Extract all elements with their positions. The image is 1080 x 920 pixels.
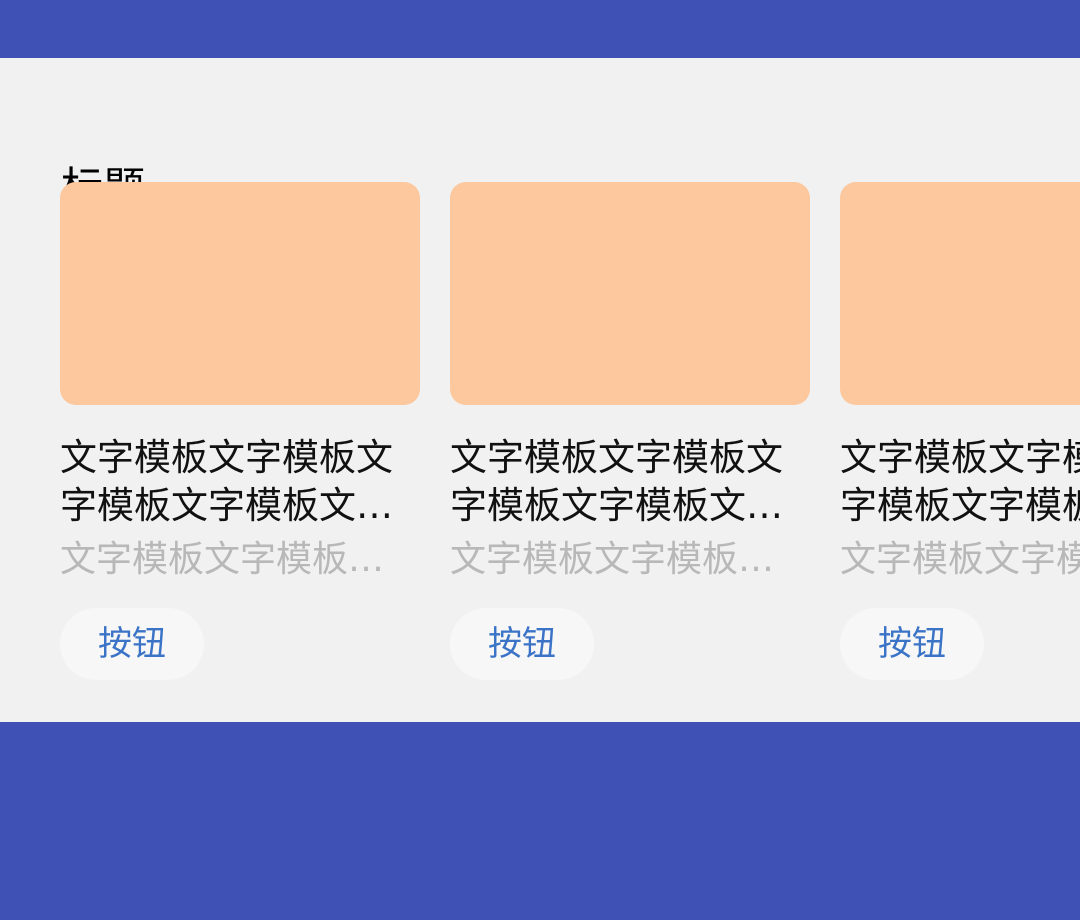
content-card: 文字模板文字模板文字模板文字模板文字模板文字模板文字模板 文字模板文字模板文字模…: [60, 182, 420, 682]
card-subtitle: 文字模板文字模板文字模板文字模板: [450, 539, 810, 580]
content-panel: 标题 文字模板文字模板文字模板文字模板文字模板文字模板文字模板 文字模板文字模板…: [0, 58, 1080, 722]
card-subtitle: 文字模板文字模板文字模板文字模板: [60, 539, 420, 580]
card-thumbnail: [60, 182, 420, 405]
card-action-button[interactable]: 按钮: [840, 608, 984, 680]
content-card: 文字模板文字模板文字模板文字模板文字模板文字模板文字模板 文字模板文字模板文字模…: [840, 182, 1080, 682]
card-title: 文字模板文字模板文字模板文字模板文字模板文字模板文字模板: [60, 436, 393, 527]
card-thumbnail: [840, 182, 1080, 405]
card-title: 文字模板文字模板文字模板文字模板文字模板文字模板文字模板: [450, 436, 783, 527]
card-subtitle: 文字模板文字模板文字模板文字模板: [840, 539, 1080, 580]
card-thumbnail: [450, 182, 810, 405]
content-card: 文字模板文字模板文字模板文字模板文字模板文字模板文字模板 文字模板文字模板文字模…: [450, 182, 810, 682]
card-title: 文字模板文字模板文字模板文字模板文字模板文字模板文字模板: [840, 436, 1080, 527]
card-action-button[interactable]: 按钮: [450, 608, 594, 680]
card-action-button[interactable]: 按钮: [60, 608, 204, 680]
